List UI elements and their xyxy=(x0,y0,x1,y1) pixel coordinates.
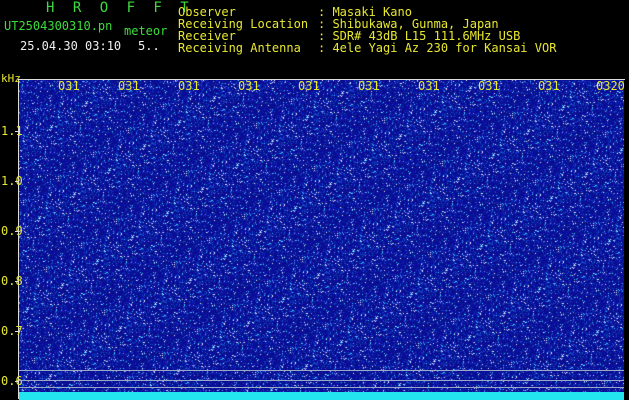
x-tick-label: 031 xyxy=(418,80,440,92)
x-tick-label: 031 xyxy=(538,80,560,92)
y-tick-mark xyxy=(15,131,19,132)
y-tick-label: 0.8 xyxy=(1,274,23,288)
reference-line xyxy=(19,380,624,381)
x-tick-label: 031 xyxy=(478,80,500,92)
spectrogram-plot[interactable] xyxy=(19,80,624,398)
x-tick-label: 031 xyxy=(358,80,380,92)
x-tick-label: 031 xyxy=(178,80,200,92)
reference-line xyxy=(19,370,624,371)
counter-label: 5.. xyxy=(138,39,160,53)
x-tick-label: 031 xyxy=(118,80,140,92)
filename-label: UT2504300310.pn xyxy=(4,19,113,33)
x-tick-label: 031 xyxy=(298,80,320,92)
y-tick-mark xyxy=(15,281,19,282)
y-tick-label: 0.9 xyxy=(1,224,23,238)
spectrogram-noise xyxy=(19,80,624,398)
carrier-baseline xyxy=(19,392,624,400)
antenna-value: : 4ele Yagi Az 230 for Kansai VOR xyxy=(318,41,557,55)
reference-line xyxy=(19,387,624,388)
antenna-label: Receiving Antenna xyxy=(178,41,301,55)
x-tick-label: 031 xyxy=(238,80,260,92)
y-tick-label: 1.0 xyxy=(1,174,23,188)
x-tick-label: 0320 xyxy=(596,80,625,92)
datetime-label: 25.04.30 03:10 xyxy=(20,39,122,53)
app-title: H R O F F T xyxy=(46,0,194,16)
y-tick-mark xyxy=(15,181,19,182)
y-tick-label: 1.1 xyxy=(1,124,23,138)
x-tick-label: 031 xyxy=(58,80,80,92)
y-axis-unit: kHz xyxy=(1,72,21,85)
meteor-label: meteor xyxy=(124,24,168,38)
y-tick-mark xyxy=(15,331,19,332)
y-tick-mark xyxy=(15,231,19,232)
y-tick-label: 0.7 xyxy=(1,324,23,338)
y-tick-mark xyxy=(15,381,19,382)
y-tick-label: 0.6 xyxy=(1,374,23,388)
